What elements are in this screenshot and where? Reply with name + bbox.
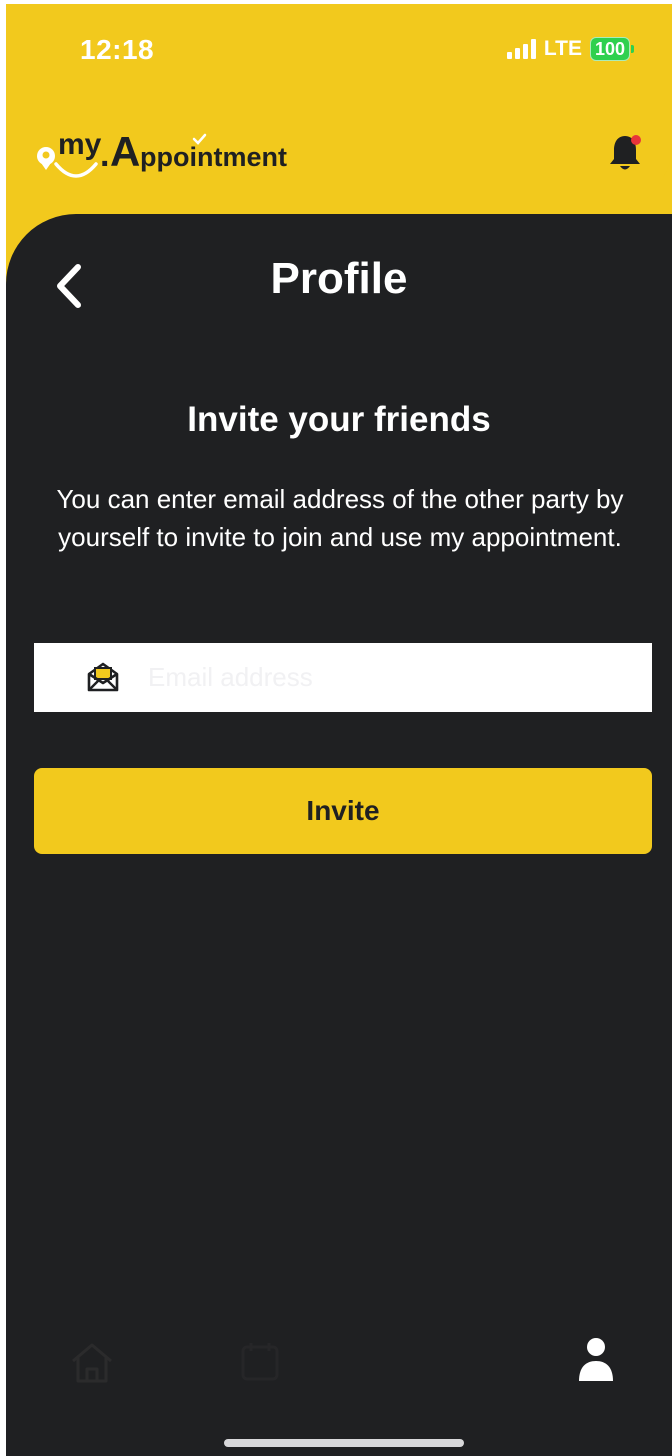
home-indicator [224,1439,464,1447]
invite-button[interactable]: Invite [34,768,652,854]
network-label: LTE [543,37,582,60]
page-title: Profile [270,254,408,303]
tab-profile[interactable] [568,1330,624,1390]
svg-text:ppointment: ppointment [140,142,287,172]
bell-icon[interactable] [608,132,642,174]
home-icon [72,1343,112,1383]
profile-icon [579,1338,613,1381]
email-field[interactable] [34,643,652,712]
tab-calendar[interactable] [232,1334,288,1390]
svg-text:.: . [100,136,109,174]
envelope-icon [86,661,120,693]
app-logo: my . A ppointment [34,122,324,192]
app-screen: 12:18 LTE 100 my . A ppointment Profile … [6,4,672,1456]
tab-home[interactable] [64,1334,120,1390]
invite-description: You can enter email address of the other… [56,484,624,552]
bottom-nav [6,1314,672,1404]
invite-heading: Invite your friends [187,400,491,439]
signal-icon [506,39,536,59]
svg-text:my: my [58,128,102,161]
svg-text:A: A [110,128,140,175]
email-input[interactable] [148,643,638,712]
battery-level: 100 [589,37,630,61]
battery-icon: 100 [589,37,634,61]
status-indicators: LTE 100 [506,37,634,61]
notification-dot-icon [631,135,641,145]
calendar-icon [241,1343,279,1381]
status-time: 12:18 [80,34,155,65]
